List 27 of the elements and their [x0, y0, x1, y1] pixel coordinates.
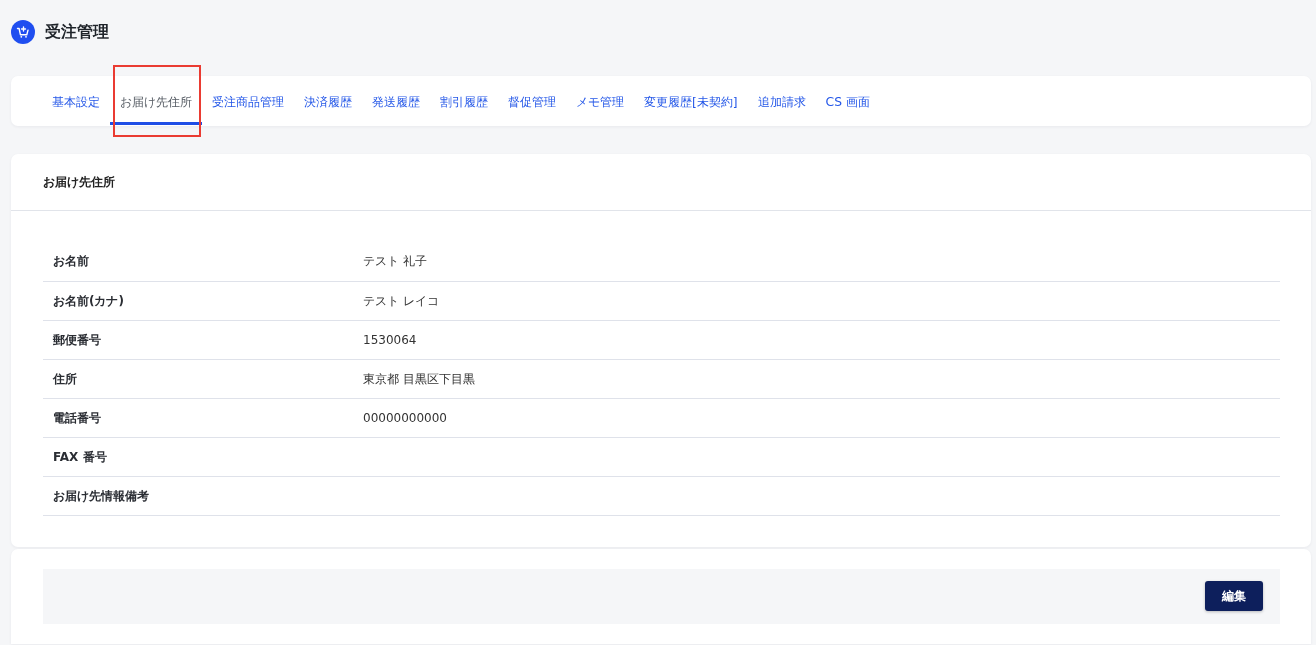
tab[interactable]: 基本設定: [42, 76, 110, 125]
field-value: テスト 礼子: [363, 254, 427, 269]
field-value: 1530064: [363, 332, 417, 347]
field-value: テスト レイコ: [363, 293, 439, 308]
field-label: 住所: [43, 359, 353, 398]
field-value: 東京都 目黒区下目黒: [363, 371, 475, 386]
tab[interactable]: 督促管理: [498, 76, 566, 125]
edit-button[interactable]: 編集: [1205, 580, 1263, 611]
panel-title: お届け先住所: [43, 174, 115, 190]
field-label: 電話番号: [43, 398, 353, 437]
page-title: 受注管理: [45, 21, 109, 43]
tab[interactable]: お届け先住所: [110, 76, 202, 125]
cart-icon: [11, 20, 35, 44]
tab[interactable]: 割引履歴: [430, 76, 498, 125]
tab[interactable]: 受注商品管理: [202, 76, 294, 125]
field-label: お届け先情報備考: [43, 476, 353, 515]
tab[interactable]: 決済履歴: [294, 76, 362, 125]
field-value: 00000000000: [363, 410, 447, 425]
tab[interactable]: 変更履歴[未契約]: [634, 76, 748, 125]
field-label: お名前: [43, 242, 353, 281]
field-label: 郵便番号: [43, 320, 353, 359]
field-label: お名前(カナ): [43, 281, 353, 320]
tab[interactable]: 追加請求: [747, 76, 816, 125]
field-label: FAX 番号: [43, 437, 353, 476]
tab[interactable]: メモ管理: [566, 76, 634, 125]
tab[interactable]: CS 画面: [815, 76, 880, 125]
tab[interactable]: 発送履歴: [362, 76, 430, 125]
